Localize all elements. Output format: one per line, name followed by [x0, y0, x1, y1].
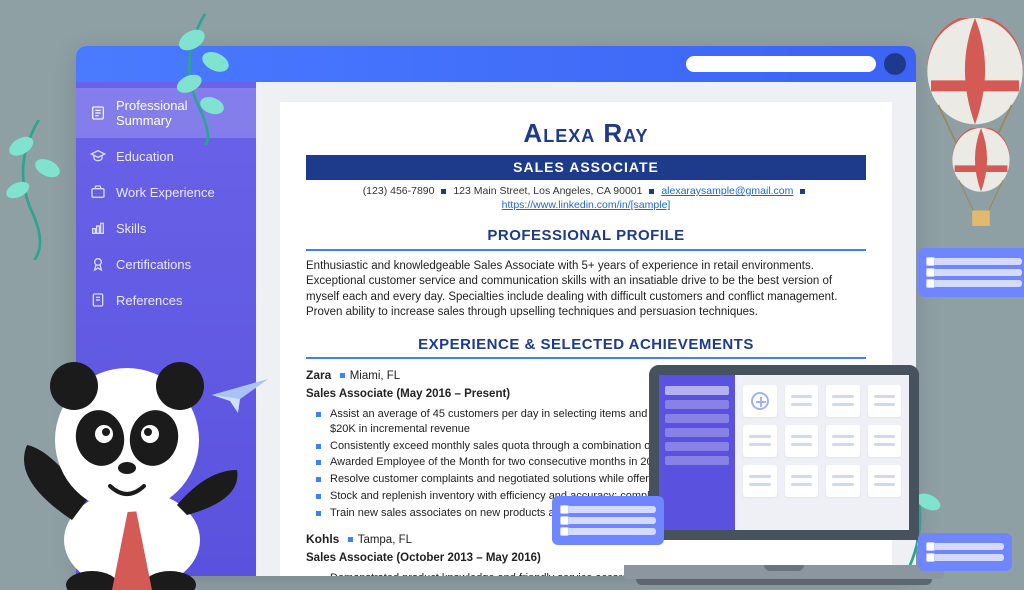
template-card[interactable]: [826, 425, 860, 457]
resume-title: SALES ASSOCIATE: [306, 155, 866, 180]
laptop-sidebar: [659, 375, 735, 530]
paper-plane-icon: [210, 375, 270, 415]
template-card[interactable]: [868, 425, 902, 457]
resume-name: Alexa Ray: [306, 116, 866, 151]
work-icon: [90, 184, 106, 200]
sidebar-item-label: Education: [116, 149, 174, 164]
laptop-illustration: [624, 365, 944, 585]
go-button[interactable]: [884, 53, 906, 75]
checklist-chip: [918, 248, 1024, 297]
sidebar-item-work-experience[interactable]: Work Experience: [76, 174, 256, 210]
balloon-decoration-icon: [948, 128, 1014, 233]
contact-linkedin-link[interactable]: https://www.linkedin.com/in/[sample]: [502, 199, 671, 211]
sidebar-item-skills[interactable]: Skills: [76, 210, 256, 246]
sidebar-item-label: Skills: [116, 221, 146, 236]
leaf-decoration-icon: [160, 5, 250, 145]
profile-body: Enthusiastic and knowledgeable Sales Ass…: [306, 259, 866, 321]
education-icon: [90, 148, 106, 164]
template-card[interactable]: [785, 425, 819, 457]
template-card[interactable]: [785, 385, 819, 417]
cert-icon: [90, 256, 106, 272]
laptop-template-grid: [735, 375, 909, 530]
contact-phone: (123) 456-7890: [363, 185, 435, 197]
template-card[interactable]: [868, 385, 902, 417]
template-card[interactable]: [868, 465, 902, 497]
add-template-button[interactable]: [743, 385, 777, 417]
job-company: Kohls: [306, 532, 339, 546]
section-heading-profile: PROFESSIONAL PROFILE: [306, 226, 866, 246]
panda-mascot-icon: [0, 290, 252, 590]
url-bar[interactable]: [686, 56, 876, 72]
template-card[interactable]: [826, 385, 860, 417]
template-card[interactable]: [785, 465, 819, 497]
template-card[interactable]: [743, 465, 777, 497]
skills-icon: [90, 220, 106, 236]
leaf-decoration-icon: [0, 120, 75, 260]
template-card[interactable]: [743, 425, 777, 457]
template-card[interactable]: [826, 465, 860, 497]
job-location: Tampa, FL: [358, 534, 412, 546]
contact-address: 123 Main Street, Los Angeles, CA 90001: [453, 185, 642, 197]
checklist-chip: [918, 533, 1012, 571]
section-heading-experience: EXPERIENCE & SELECTED ACHIEVEMENTS: [306, 335, 866, 355]
sidebar-item-label: Certifications: [116, 257, 191, 272]
job-company: Zara: [306, 368, 331, 382]
resume-contact-line: (123) 456-7890 123 Main Street, Los Ange…: [306, 184, 866, 212]
sidebar-item-certifications[interactable]: Certifications: [76, 246, 256, 282]
sidebar-item-label: Work Experience: [116, 185, 215, 200]
contact-email-link[interactable]: alexaraysample@gmail.com: [661, 185, 793, 197]
job-location: Miami, FL: [350, 370, 400, 382]
summary-icon: [90, 105, 106, 121]
checklist-chip: [552, 496, 664, 545]
